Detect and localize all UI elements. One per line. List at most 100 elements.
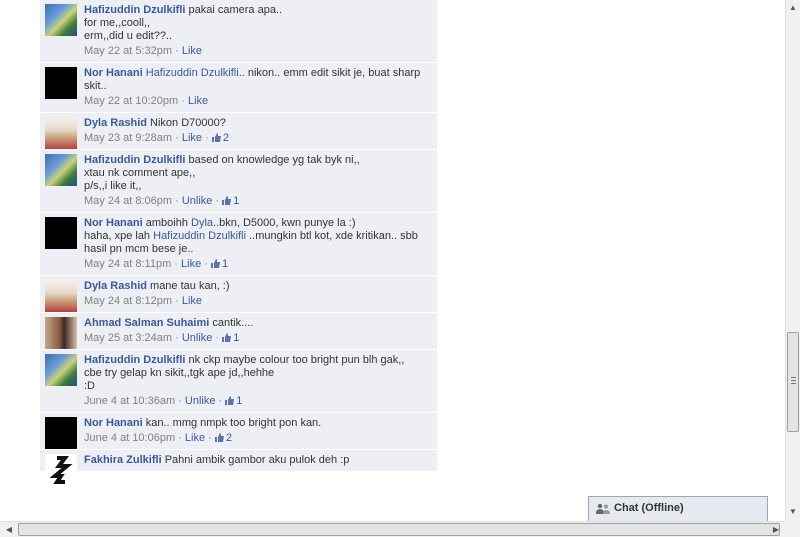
like-link[interactable]: Like <box>182 132 202 144</box>
comment-author-link[interactable]: Hafizuddin Dzulkifli <box>84 354 185 366</box>
comment-author-link[interactable]: Ahmad Salman Suhaimi <box>84 317 209 329</box>
comment-body: Dyla Rashid mane tau kan, :) <box>84 280 431 293</box>
scroll-left-icon[interactable]: ◀ <box>2 523 16 536</box>
thumbs-up-icon <box>210 259 220 268</box>
scroll-up-icon[interactable]: ▲ <box>787 1 799 15</box>
comment-author-link[interactable]: Dyla Rashid <box>84 117 147 129</box>
like-count[interactable]: 1 <box>222 195 239 207</box>
nor-hanani-avatar[interactable] <box>45 67 77 99</box>
page: Hafizuddin Dzulkifli pakai camera apa.. … <box>0 0 785 521</box>
mention-link[interactable]: Hafizuddin Dzulkifli <box>153 230 246 242</box>
comment: Dyla Rashid Nikon D70000? May 23 at 9:28a… <box>40 113 437 150</box>
comment-timestamp[interactable]: May 24 at 8:12pm <box>84 295 172 307</box>
vertical-scroll-thumb[interactable] <box>787 332 799 432</box>
comment: Dyla Rashid mane tau kan, :) May 24 at 8:… <box>40 276 437 313</box>
chat-bar[interactable]: Chat (Offline) <box>588 496 768 521</box>
like-link[interactable]: Like <box>182 295 202 307</box>
dyla-avatar[interactable] <box>45 117 77 149</box>
comment-timestamp[interactable]: May 22 at 10:20pm <box>84 95 178 107</box>
like-count-number: 2 <box>225 432 232 444</box>
comment-timestamp[interactable]: May 24 at 8:11pm <box>84 258 171 270</box>
like-count[interactable]: 1 <box>210 258 229 270</box>
comment-text: Pahni ambik gambor aku pulok deh :p <box>164 454 350 466</box>
comment-meta: May 24 at 8:06pm · Unlike · 1 <box>84 195 240 207</box>
hafizuddin-avatar[interactable] <box>45 4 77 36</box>
like-count-number: 1 <box>236 395 243 407</box>
like-count-number: 1 <box>233 195 240 207</box>
thumbs-up-icon <box>225 396 235 405</box>
like-link[interactable]: Unlike <box>185 395 216 407</box>
thumbs-up-icon <box>214 433 224 442</box>
comment-body: Dyla Rashid Nikon D70000? <box>84 117 431 130</box>
comment-meta: May 22 at 10:20pm · Like <box>84 95 209 107</box>
like-link[interactable]: Unlike <box>182 332 213 344</box>
comment-timestamp[interactable]: June 4 at 10:36am <box>84 395 175 407</box>
ahmad-avatar[interactable] <box>45 317 77 349</box>
like-count[interactable]: 1 <box>222 332 239 344</box>
vertical-scrollbar[interactable]: ▲ ▼ <box>785 0 800 521</box>
like-count-number: 1 <box>233 332 240 344</box>
like-count[interactable]: 2 <box>211 132 229 144</box>
comment-body: Nor Hanani kan.. mmg nmpk too bright pon… <box>84 417 431 430</box>
comment-meta: June 4 at 10:06pm · Like · 2 <box>84 432 232 444</box>
comment-body: Nor Hanani amboihh Dyla..bkn, D5000, kwn… <box>84 217 431 256</box>
comment-author-link[interactable]: Nor Hanani <box>84 67 143 79</box>
nor-hanani-avatar[interactable] <box>45 417 77 449</box>
comment-author-link[interactable]: Nor Hanani <box>84 417 143 429</box>
scrollbar-corner <box>785 521 800 537</box>
comment-timestamp[interactable]: May 25 at 3:24am <box>84 332 172 344</box>
like-count-number: 2 <box>222 132 229 144</box>
like-link[interactable]: Like <box>188 95 208 107</box>
comment-author-link[interactable]: Nor Hanani <box>84 217 143 229</box>
comment-body: Ahmad Salman Suhaimi cantik.... <box>84 317 431 330</box>
like-count-number: 1 <box>221 258 229 270</box>
like-link[interactable]: Unlike <box>182 195 213 207</box>
like-count[interactable]: 2 <box>214 432 232 444</box>
comment-author-link[interactable]: Hafizuddin Dzulkifli <box>84 154 185 166</box>
scroll-right-icon[interactable]: ▶ <box>769 523 783 536</box>
scroll-down-icon[interactable]: ▼ <box>787 505 799 519</box>
comment-timestamp[interactable]: May 24 at 8:06pm <box>84 195 172 207</box>
chat-people-icon <box>596 503 610 514</box>
mention-link[interactable]: Hafizuddin Dzulkifli <box>146 67 239 79</box>
comment-list: Hafizuddin Dzulkifli pakai camera apa.. … <box>40 0 437 486</box>
comment-author-link[interactable]: Fakhira Zulkifli <box>84 454 162 466</box>
comment-author-link[interactable]: Hafizuddin Dzulkifli <box>84 4 185 16</box>
comment-text: Nikon D70000? <box>150 117 226 129</box>
like-count[interactable]: 1 <box>225 395 242 407</box>
horizontal-scroll-thumb[interactable] <box>18 523 780 536</box>
hafizuddin-avatar[interactable] <box>45 354 77 386</box>
fakhira-avatar[interactable] <box>45 454 77 486</box>
comment-text: cantik.... <box>212 317 254 329</box>
comment-meta: May 24 at 8:12pm · Like <box>84 295 203 307</box>
like-link[interactable]: Like <box>185 432 205 444</box>
hafizuddin-avatar[interactable] <box>45 154 77 186</box>
comment: Nor Hanani kan.. mmg nmpk too bright pon… <box>40 413 437 450</box>
comment: Hafizuddin Dzulkifli based on knowledge … <box>40 150 437 213</box>
comment: Fakhira Zulkifli Pahni ambik gambor aku … <box>40 450 437 486</box>
mention-link[interactable]: Dyla <box>191 217 213 229</box>
comment-meta: May 22 at 5:32pm · Like <box>84 45 203 57</box>
comment-author-link[interactable]: Dyla Rashid <box>84 280 147 292</box>
thumbs-up-icon <box>222 196 232 205</box>
comment-body: Nor Hanani Hafizuddin Dzulkifli.. nikon.… <box>84 67 431 93</box>
like-link[interactable]: Like <box>181 258 201 270</box>
horizontal-scrollbar[interactable]: ◀ ▶ <box>0 521 785 537</box>
comment-body: Fakhira Zulkifli Pahni ambik gambor aku … <box>84 454 431 467</box>
comment-text: mane tau kan, :) <box>150 280 230 292</box>
comment-meta: May 23 at 9:28am · Like · 2 <box>84 132 229 144</box>
comment-timestamp[interactable]: June 4 at 10:06pm <box>84 432 175 444</box>
comment-timestamp[interactable]: May 23 at 9:28am <box>84 132 172 144</box>
comment-meta: May 25 at 3:24am · Unlike · 1 <box>84 332 240 344</box>
nor-hanani-avatar[interactable] <box>45 217 77 249</box>
comment-text: kan.. mmg nmpk too bright pon kan. <box>145 417 322 429</box>
comment-timestamp[interactable]: May 22 at 5:32pm <box>84 45 172 57</box>
thumbs-up-icon <box>211 133 221 142</box>
comment-text: amboihh <box>145 217 192 229</box>
thumbs-up-icon <box>222 333 232 342</box>
dyla-avatar[interactable] <box>45 280 77 312</box>
like-link[interactable]: Like <box>182 45 202 57</box>
chat-label: Chat (Offline) <box>614 502 684 514</box>
comment: Hafizuddin Dzulkifli pakai camera apa.. … <box>40 0 437 63</box>
comment-meta: May 24 at 8:11pm · Like · 1 <box>84 258 229 270</box>
